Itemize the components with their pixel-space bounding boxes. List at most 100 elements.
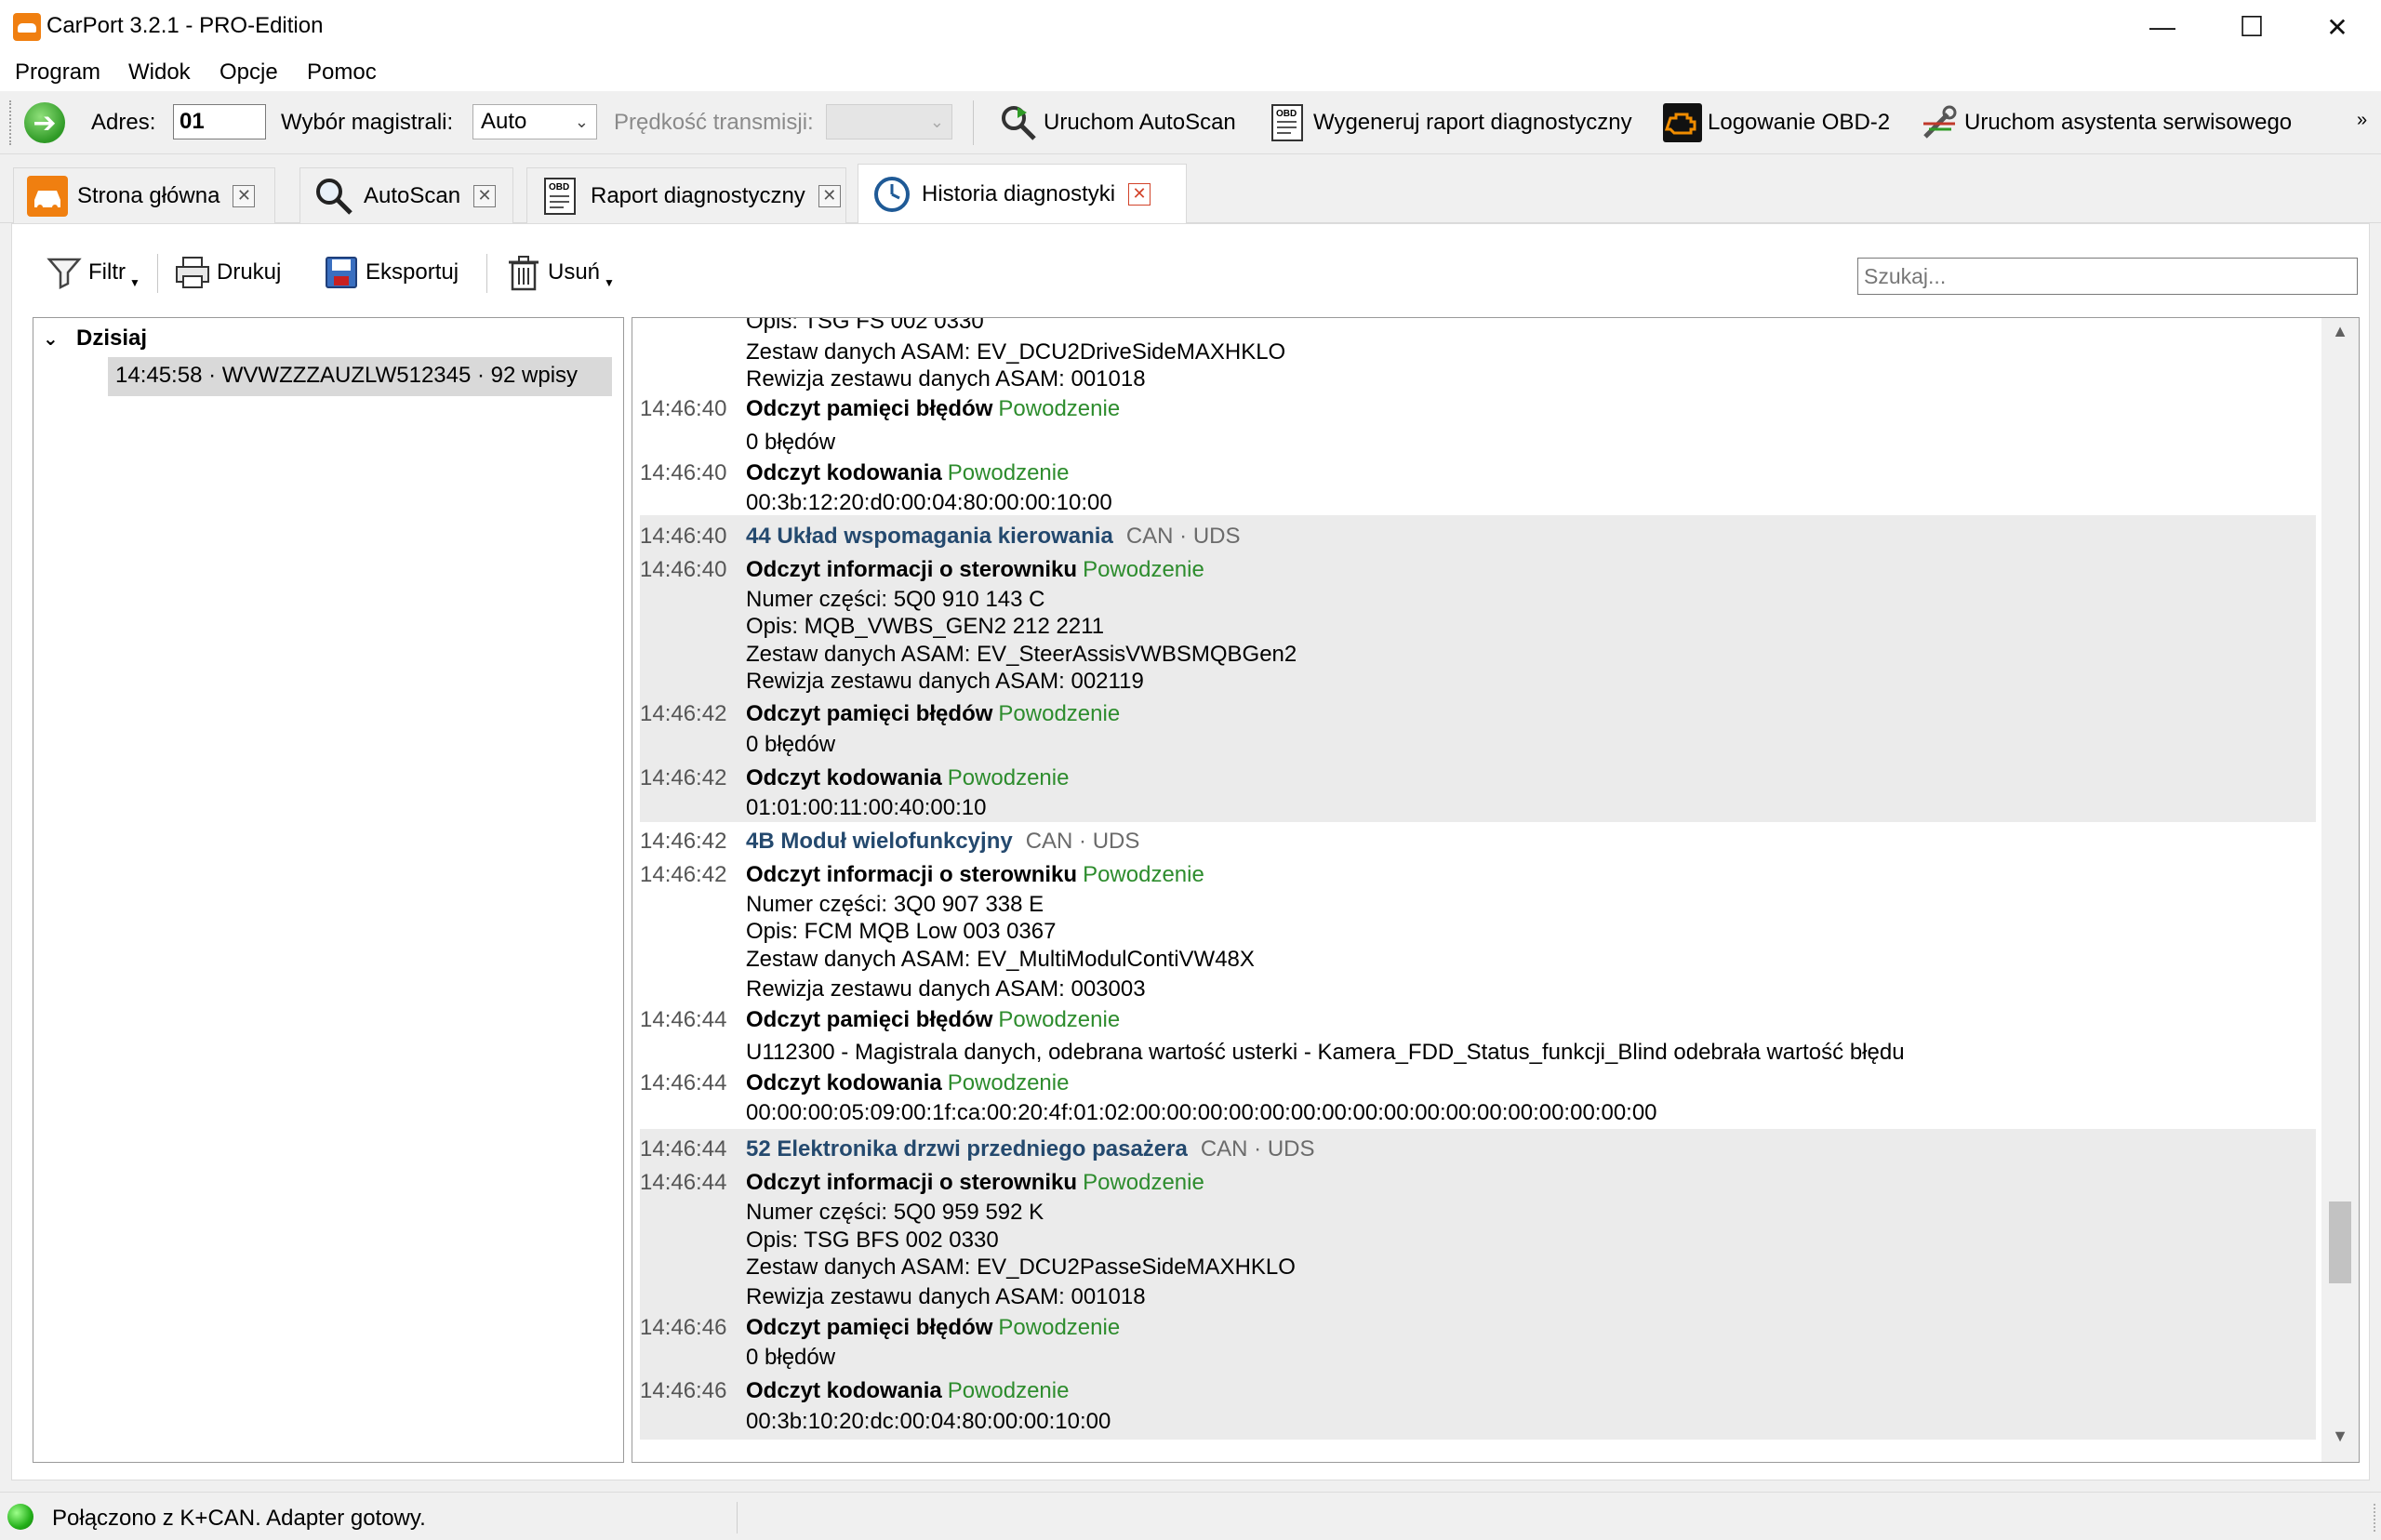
log-timestamp: 14:46:40 <box>640 396 727 422</box>
operation-status: Powodzenie <box>998 1314 1121 1340</box>
delete-button[interactable]: Usuń ▼ <box>505 250 615 295</box>
obd2-logging-button[interactable]: Logowanie OBD-2 <box>1663 99 1890 147</box>
close-tab-icon[interactable]: ✕ <box>818 184 841 207</box>
car-icon <box>27 175 68 217</box>
chevron-down-icon[interactable]: ⌄ <box>43 327 60 351</box>
toolbar-separator <box>973 100 974 145</box>
log-timestamp: 14:46:44 <box>640 1169 727 1195</box>
tree-group-today[interactable]: ⌄ Dzisiaj <box>43 325 147 352</box>
log-text: Odczyt kodowania Powodzenie <box>746 460 1069 486</box>
toolbar-overflow-button[interactable]: » <box>2357 110 2367 131</box>
log-text: 0 błędów <box>746 430 836 456</box>
operation-name: Odczyt kodowania <box>746 1378 942 1404</box>
log-text: Rewizja zestawu danych ASAM: 001018 <box>746 1284 1146 1310</box>
bus-select-value: Auto <box>481 109 527 134</box>
service-wrench-icon <box>1920 103 1959 142</box>
tab-historia-diagnostyki[interactable]: Historia diagnostyki ✕ <box>858 164 1187 224</box>
scroll-up-icon[interactable]: ▲ <box>2321 322 2359 353</box>
log-text: Opis: TSG BFS 002 0330 <box>746 1227 999 1253</box>
operation-status: Powodzenie <box>998 1006 1121 1032</box>
scroll-thumb[interactable] <box>2329 1201 2351 1283</box>
operation-status: Powodzenie <box>998 701 1121 727</box>
tab-strona-glowna[interactable]: Strona główna ✕ <box>13 167 275 223</box>
print-button[interactable]: Drukuj <box>174 250 281 295</box>
log-text: Odczyt pamięci błędów Powodzenie <box>746 701 1120 727</box>
operation-name: Odczyt informacji o sterowniku <box>746 556 1078 582</box>
chevron-down-icon: ⌄ <box>574 113 589 131</box>
bus-label: Wybór magistrali: <box>281 110 454 135</box>
clock-icon <box>871 174 912 215</box>
obd-report-icon: OBD <box>540 176 581 217</box>
operation-status: Powodzenie <box>947 459 1070 485</box>
operation-name: Odczyt kodowania <box>746 764 942 790</box>
toolbar-grip <box>9 100 13 145</box>
printer-icon <box>174 254 211 291</box>
menu-pomoc[interactable]: Pomoc <box>307 60 377 86</box>
menu-opcje[interactable]: Opcje <box>219 60 278 86</box>
minimize-button[interactable]: — <box>2121 0 2204 54</box>
log-text: 00:00:00:05:09:00:1f:ca:00:20:4f:01:02:0… <box>746 1100 1657 1126</box>
close-tab-icon[interactable]: ✕ <box>233 184 256 207</box>
close-button[interactable]: ✕ <box>2294 0 2381 54</box>
speed-label: Prędkość transmisji: <box>614 110 814 135</box>
log-text: 52 Elektronika drzwi przedniego pasażera… <box>746 1136 1315 1162</box>
maximize-icon: ☐ <box>2239 11 2265 43</box>
separator <box>486 254 487 293</box>
module-name: 4B Moduł wielofunkcyjny <box>746 828 1013 854</box>
filter-button[interactable]: Filtr ▼ <box>46 250 140 295</box>
log-text: Zestaw danych ASAM: EV_DCU2DriveSideMAXH… <box>746 339 1286 365</box>
carport-app-icon <box>13 13 41 41</box>
service-assistant-label: Uruchom asystenta serwisowego <box>1964 110 2293 135</box>
log-timestamp: 14:46:44 <box>640 1136 727 1162</box>
window-title: CarPort 3.2.1 - PRO-Edition <box>47 13 324 38</box>
menu-program[interactable]: Program <box>15 60 100 86</box>
print-label: Drukuj <box>217 259 282 285</box>
funnel-icon <box>46 254 83 291</box>
main-toolbar: ➔ Adres: Wybór magistrali: Auto ⌄ Prędko… <box>0 91 2381 154</box>
log-text: Rewizja zestawu danych ASAM: 002119 <box>746 668 1144 694</box>
log-text: Numer części: 5Q0 959 592 K <box>746 1200 1044 1226</box>
search-input[interactable]: Szukaj... <box>1857 258 2358 295</box>
run-autoscan-button[interactable]: Uruchom AutoScan <box>999 99 1236 147</box>
tab-strip: Strona główna ✕ AutoScan ✕ OBD Raport di… <box>0 154 2381 224</box>
tab-label: AutoScan <box>364 182 461 208</box>
log-timestamp: 14:46:40 <box>640 523 727 549</box>
tree-session-item[interactable]: 14:45:58 · WVWZZZAUZLW512345 · 92 wpisy <box>108 357 612 396</box>
log-text: Odczyt pamięci błędów Powodzenie <box>746 1007 1120 1033</box>
obd2-logging-label: Logowanie OBD-2 <box>1708 110 1891 135</box>
address-input[interactable] <box>173 104 266 139</box>
bus-select[interactable]: Auto ⌄ <box>472 104 597 139</box>
operation-status: Powodzenie <box>998 396 1121 422</box>
tab-raport-diagnostyczny[interactable]: OBD Raport diagnostyczny ✕ <box>526 167 846 223</box>
tab-autoscan[interactable]: AutoScan ✕ <box>299 167 513 223</box>
obd-report-icon: OBD <box>1269 103 1308 142</box>
export-button[interactable]: Eksportuj <box>323 250 459 295</box>
close-tab-icon[interactable]: ✕ <box>473 184 497 207</box>
module-name: 44 Układ wspomagania kierowania <box>746 523 1113 549</box>
export-label: Eksportuj <box>366 259 459 285</box>
log-text: Numer części: 5Q0 910 143 C <box>746 587 1045 613</box>
log-text: 4B Moduł wielofunkcyjny CAN · UDS <box>746 829 1139 855</box>
menu-widok[interactable]: Widok <box>128 60 191 86</box>
operation-name: Odczyt kodowania <box>746 1069 942 1095</box>
delete-label: Usuń <box>548 259 601 285</box>
service-assistant-button[interactable]: Uruchom asystenta serwisowego <box>1920 99 2292 147</box>
scroll-down-icon[interactable]: ▼ <box>2321 1427 2359 1458</box>
connect-arrow-icon[interactable]: ➔ <box>24 102 65 143</box>
address-label: Adres: <box>91 110 156 135</box>
resize-grip-icon[interactable] <box>2353 1504 2375 1532</box>
svg-text:OBD: OBD <box>549 182 569 192</box>
generate-report-button[interactable]: OBD Wygeneruj raport diagnostyczny <box>1269 99 1632 147</box>
log-timestamp: 14:46:42 <box>640 764 727 790</box>
operation-name: Odczyt pamięci błędów <box>746 1314 993 1340</box>
close-tab-icon[interactable]: ✕ <box>1128 183 1151 206</box>
vertical-scrollbar[interactable]: ▲ ▼ <box>2321 318 2359 1462</box>
maximize-button[interactable]: ☐ <box>2210 0 2294 54</box>
tab-label: Strona główna <box>77 182 220 208</box>
history-panel: Filtr ▼ Drukuj Eksportuj Usuń ▼ Szukaj..… <box>11 223 2370 1480</box>
log-text: 0 błędów <box>746 731 836 757</box>
log-text: 0 błędów <box>746 1345 836 1371</box>
operation-name: Odczyt pamięci błędów <box>746 396 993 422</box>
log-text: Odczyt pamięci błędów Powodzenie <box>746 1315 1120 1341</box>
connection-status-led-icon <box>7 1504 33 1530</box>
